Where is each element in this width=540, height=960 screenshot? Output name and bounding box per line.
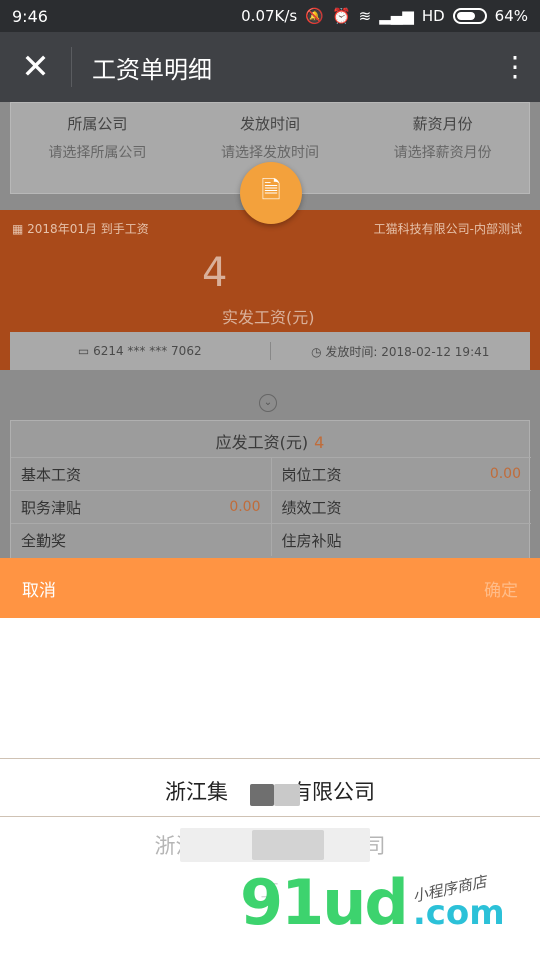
picker-toolbar: 取消 确定: [0, 558, 540, 618]
app-header: ✕ 工资单明细 ⋮: [0, 32, 540, 102]
document-fab-button[interactable]: 🗎: [240, 162, 302, 224]
redaction-blur: [250, 784, 274, 806]
salary-items: 基本工资 岗位工资 0.00 职务津贴 0.00 绩效工资 全勤奖 住房补贴: [11, 457, 531, 556]
credit-card-icon: ▭: [77, 344, 94, 358]
item-label: 全勤奖: [21, 531, 67, 550]
item-label: 岗位工资: [281, 465, 342, 484]
close-icon: ✕: [21, 47, 50, 87]
salary-item: 岗位工资 0.00: [272, 458, 532, 490]
close-button[interactable]: ✕: [0, 47, 72, 87]
redaction-blur: [252, 830, 324, 860]
calendar-icon: ▦: [12, 222, 28, 236]
more-vertical-icon: ⋮: [501, 50, 529, 83]
table-row: 全勤奖 住房补贴: [11, 523, 531, 556]
item-value: 0.00: [229, 499, 261, 515]
battery-icon: [452, 8, 487, 24]
picker-divider-bottom: [0, 816, 540, 817]
network-speed: 0.07K/s: [241, 7, 298, 25]
salary-item: 住房补贴: [272, 524, 532, 556]
table-row: 职务津贴 0.00 绩效工资: [11, 490, 531, 523]
item-label: 基本工资: [21, 465, 82, 484]
net-salary-label: 实发工资(元): [222, 308, 315, 327]
payslip-content: 所属公司 请选择所属公司 发放时间 请选择发放时间 薪资月份 请选择薪资月份 🗎…: [0, 102, 540, 558]
gross-salary-label: 应发工资(元): [215, 433, 309, 452]
filter-salary-month[interactable]: 薪资月份 请选择薪资月份: [356, 103, 529, 193]
bank-info-card: ▭ 6214 *** *** 7062 ◷ 发放时间: 2018-02-12 1…: [10, 332, 530, 370]
table-row: 基本工资 岗位工资 0.00: [11, 457, 531, 490]
item-label: 住房补贴: [281, 531, 342, 550]
filter-placeholder: 请选择薪资月份: [393, 145, 492, 161]
gross-salary-header: 应发工资(元) 4: [11, 421, 529, 453]
company-picker[interactable]: 浙江集 有限公司 浙江 司 工 91ud .com 小程序商店: [0, 618, 540, 960]
filter-label: 所属公司: [67, 115, 128, 133]
salary-item: 职务津贴 0.00: [11, 491, 272, 523]
filter-label: 发放时间: [240, 115, 301, 133]
item-value: 0.00: [489, 466, 521, 482]
status-indicators: 0.07K/s 🔕 ⏰ ≋ ▂▄▆ HD 64%: [241, 7, 528, 25]
battery-percent: 64%: [494, 7, 528, 25]
pay-time: ◷ 发放时间: 2018-02-12 19:41: [311, 344, 490, 359]
expand-chevron-icon[interactable]: ⌄: [259, 394, 277, 412]
net-salary-amount: 4: [202, 250, 228, 296]
filter-placeholder: 请选择所属公司: [48, 145, 147, 161]
gross-salary-value: 4: [314, 433, 325, 452]
cancel-button[interactable]: 取消: [22, 576, 56, 601]
company-name: 工猫科技有限公司-内部测试: [373, 222, 522, 236]
item-label: 绩效工资: [281, 498, 342, 517]
salary-period: ▦ 2018年01月 到手工资: [12, 222, 149, 236]
network-type: HD: [421, 7, 445, 25]
item-label: 职务津贴: [21, 498, 82, 517]
salary-item: 全勤奖: [11, 524, 272, 556]
watermark-logo: 91ud: [240, 866, 409, 939]
salary-detail-card: 应发工资(元) 4 基本工资 岗位工资 0.00 职务津贴 0.00 绩效工资 …: [10, 420, 531, 558]
status-bar: 9:46 0.07K/s 🔕 ⏰ ≋ ▂▄▆ HD 64%: [0, 0, 540, 32]
site-watermark: 91ud .com 小程序商店: [240, 872, 505, 934]
confirm-button[interactable]: 确定: [484, 576, 518, 601]
picker-divider-top: [0, 758, 540, 759]
signal-icon: ▂▄▆: [379, 7, 414, 25]
clock-icon: ◷: [311, 344, 326, 359]
filter-company[interactable]: 所属公司 请选择所属公司: [11, 103, 184, 193]
mute-icon: 🔕: [305, 7, 324, 25]
page-title: 工资单明细: [92, 55, 212, 84]
salary-item: 绩效工资: [272, 491, 532, 523]
document-icon: 🗎: [261, 175, 281, 204]
alarm-icon: ⏰: [331, 7, 351, 25]
salary-item: 基本工资: [11, 458, 272, 490]
filter-label: 薪资月份: [412, 115, 473, 133]
filter-placeholder: 请选择发放时间: [221, 145, 319, 161]
wifi-icon: ≋: [358, 7, 372, 25]
bank-card-number: ▭ 6214 *** *** 7062: [77, 344, 202, 358]
status-time: 9:46: [12, 6, 48, 26]
redaction-blur: [274, 784, 300, 806]
more-menu-button[interactable]: ⋮: [490, 53, 540, 81]
